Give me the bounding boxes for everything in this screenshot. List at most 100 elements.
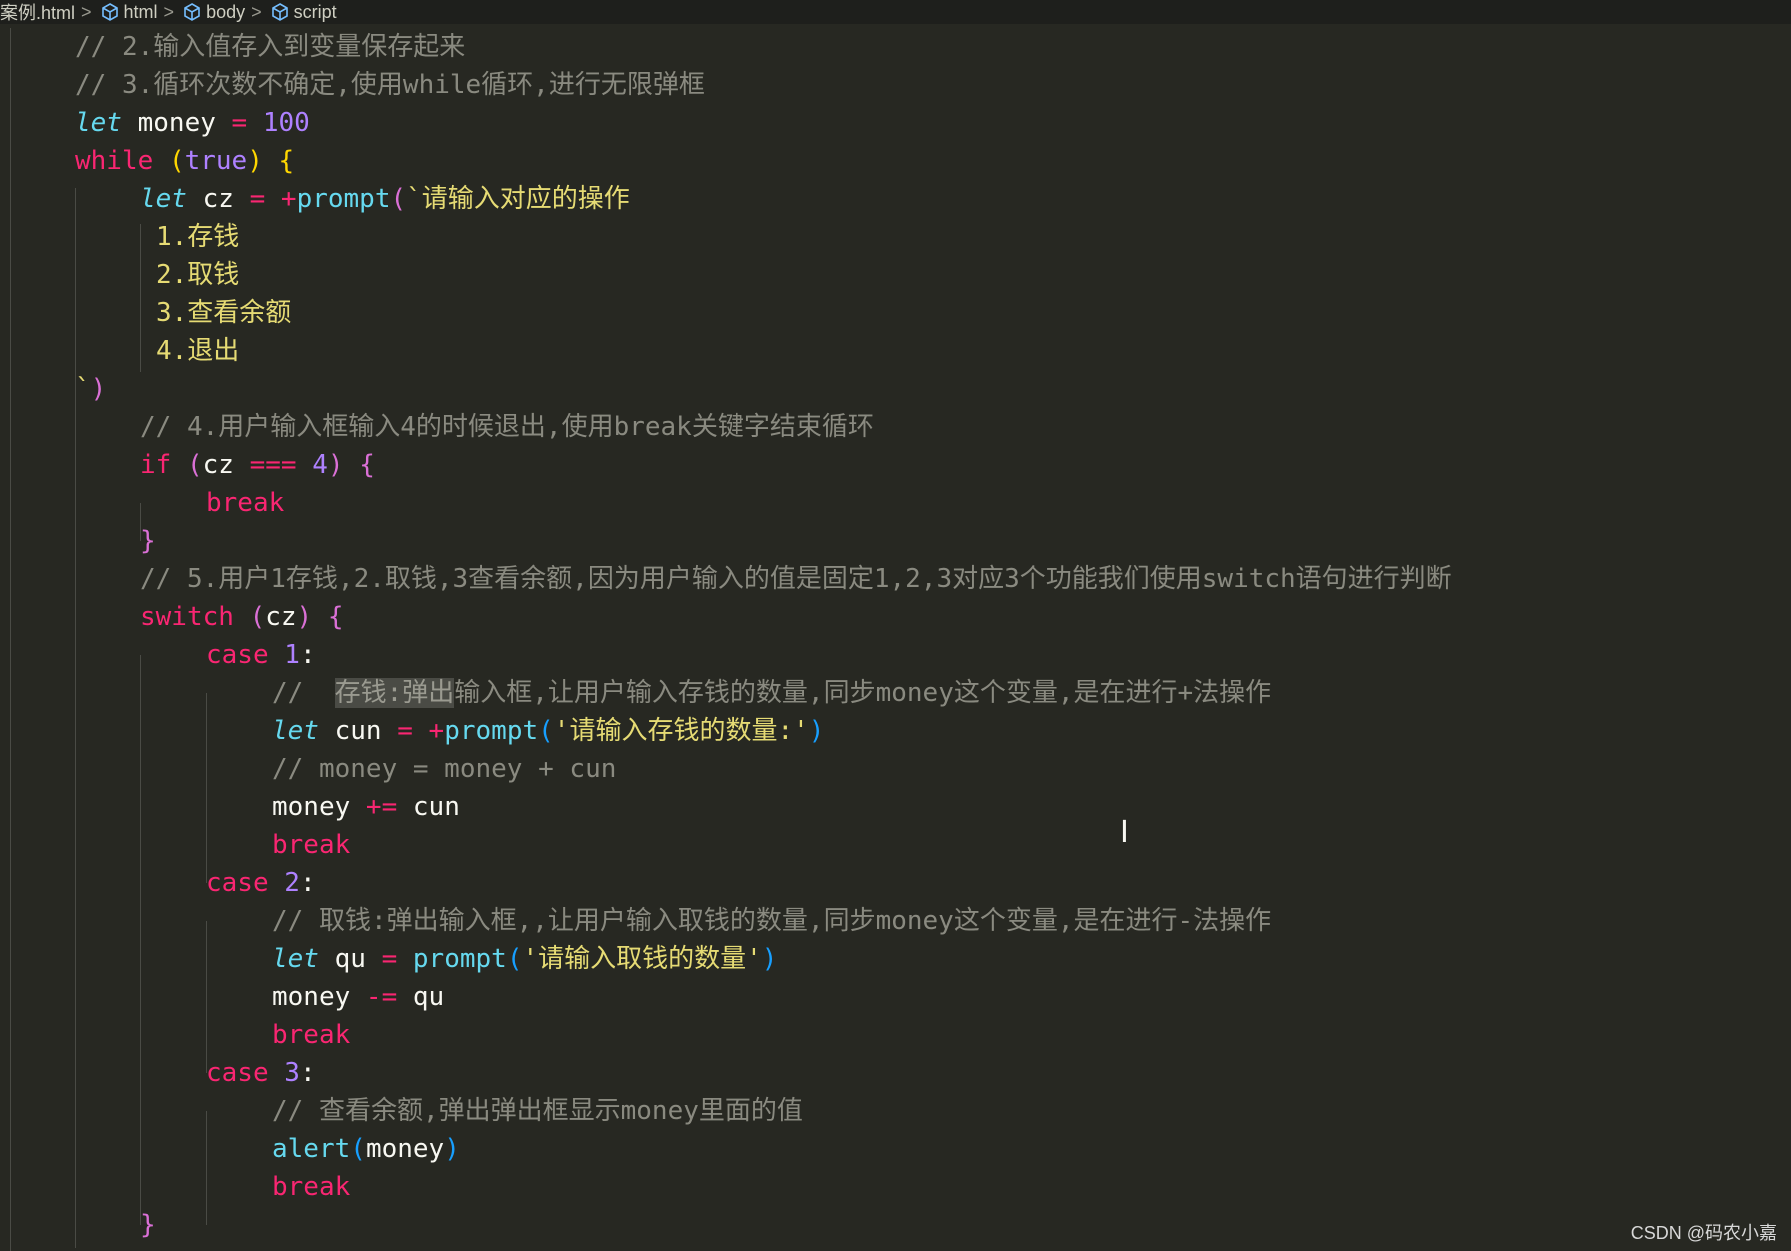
- code-line-18[interactable]: // 存钱:弹出输入框,让用户输入存钱的数量,同步money这个变量,是在进行+…: [272, 674, 1271, 712]
- code-editor[interactable]: // 2.输入值存入到变量保存起来 // 3.循环次数不确定,使用while循环…: [0, 28, 1791, 1251]
- code-line-8[interactable]: 3.查看余额: [156, 294, 291, 332]
- code-line-10[interactable]: `): [75, 370, 106, 408]
- operator: =: [249, 184, 266, 214]
- code-line-2[interactable]: // 3.循环次数不确定,使用while循环,进行无限弹框: [75, 66, 705, 104]
- indent-guide: [206, 921, 207, 1073]
- code-line-24[interactable]: // 取钱:弹出输入框,,让用户输入取钱的数量,同步money这个变量,是在进行…: [272, 902, 1271, 940]
- text-cursor-icon: I: [1120, 815, 1129, 850]
- comment: 输入框,让用户输入存钱的数量,同步money这个变量,是在进行+法操作: [454, 678, 1272, 708]
- keyword-break: break: [272, 1172, 351, 1202]
- keyword-if: if: [140, 450, 172, 480]
- paren: ): [808, 716, 825, 746]
- number-literal: 4: [296, 450, 328, 480]
- operator: =: [397, 716, 413, 746]
- paren: ): [444, 1134, 460, 1164]
- code-line-3[interactable]: let money = 100: [75, 104, 310, 142]
- function-name: alert: [272, 1134, 351, 1164]
- string-literal: 1.存钱: [156, 222, 240, 252]
- breadcrumb-item-label: script: [293, 1, 337, 22]
- code-line-26[interactable]: money -= qu: [272, 978, 444, 1016]
- comment: // 取钱:弹出输入框,,让用户输入取钱的数量,同步money这个变量,是在进行…: [272, 906, 1272, 936]
- keyword-case: case: [206, 868, 269, 898]
- code-line-28[interactable]: case 3:: [206, 1054, 316, 1092]
- code-line-31[interactable]: break: [272, 1168, 350, 1206]
- paren: (: [390, 184, 407, 214]
- code-line-14[interactable]: }: [140, 522, 156, 560]
- identifier: cz: [202, 450, 250, 480]
- paren: ): [761, 944, 778, 974]
- breadcrumb-item-script[interactable]: script: [264, 2, 337, 23]
- indent-guide: [75, 188, 76, 1248]
- string-literal: `请输入对应的操作: [406, 184, 630, 214]
- string-literal: 2.取钱: [156, 260, 240, 290]
- code-line-9[interactable]: 4.退出: [156, 332, 239, 370]
- code-line-17[interactable]: case 1:: [206, 636, 316, 674]
- code-line-15[interactable]: // 5.用户1存钱,2.取钱,3查看余额,因为用户输入的值是固定1,2,3对应…: [140, 560, 1452, 598]
- breadcrumb-item-html[interactable]: html: [94, 2, 158, 23]
- keyword-break: break: [272, 1020, 351, 1050]
- comment: // 2.输入值存入到变量保存起来: [75, 32, 466, 62]
- code-line-25[interactable]: let qu = prompt('请输入取钱的数量'): [272, 940, 777, 978]
- watermark: CSDN @码农小嘉: [1630, 1223, 1777, 1243]
- comment: // 4.用户输入框输入4的时候退出,使用break关键字结束循环: [140, 412, 874, 442]
- chevron-right-icon: >: [163, 1, 175, 22]
- code-line-13[interactable]: break: [206, 484, 284, 522]
- code-line-6[interactable]: 1.存钱: [156, 218, 239, 256]
- colon: :: [299, 1058, 316, 1088]
- code-line-7[interactable]: 2.取钱: [156, 256, 239, 294]
- cube-icon: [184, 3, 200, 21]
- code-line-5[interactable]: let cz = +prompt(`请输入对应的操作: [140, 180, 630, 218]
- string-literal: '请输入取钱的数量': [522, 944, 762, 974]
- code-line-12[interactable]: if (cz === 4) {: [140, 446, 375, 484]
- number-literal: 1: [268, 640, 300, 670]
- cube-icon: [101, 3, 118, 21]
- operator: =: [231, 108, 248, 138]
- keyword-let: let: [140, 184, 187, 214]
- code-line-23[interactable]: case 2:: [206, 864, 316, 902]
- breadcrumb-file-label: 案例.html: [0, 3, 76, 23]
- code-line-20[interactable]: // money = money + cun: [272, 750, 616, 788]
- paren: ): [90, 374, 107, 404]
- boolean-literal: true: [184, 146, 248, 176]
- code-line-27[interactable]: break: [272, 1016, 350, 1054]
- code-line-21[interactable]: money += cun: [272, 788, 460, 826]
- indent-guide: [140, 655, 141, 1225]
- code-line-19[interactable]: let cun = +prompt('请输入存钱的数量:'): [272, 712, 824, 750]
- paren: (: [168, 146, 185, 176]
- code-line-30[interactable]: alert(money): [272, 1130, 460, 1168]
- keyword-let: let: [272, 716, 319, 746]
- code-line-32[interactable]: }: [140, 1206, 156, 1244]
- comment: // 查看余额,弹出弹出框显示money里面的值: [272, 1096, 803, 1126]
- code-line-4[interactable]: while (true) {: [75, 142, 294, 180]
- keyword-break: break: [206, 488, 285, 518]
- breadcrumb-file[interactable]: 案例.html: [0, 0, 75, 24]
- paren: ): [247, 146, 263, 176]
- paren: (: [538, 716, 554, 746]
- code-line-22[interactable]: break: [272, 826, 350, 864]
- identifier: cun: [318, 716, 398, 746]
- string-literal: 4.退出: [156, 336, 240, 366]
- string-literal: 3.查看余额: [156, 298, 292, 328]
- comment: // 5.用户1存钱,2.取钱,3查看余额,因为用户输入的值是固定1,2,3对应…: [140, 564, 1452, 594]
- comment: // money = money + cun: [272, 754, 617, 784]
- breadcrumb-item-label: body: [206, 1, 246, 22]
- code-line-11[interactable]: // 4.用户输入框输入4的时候退出,使用break关键字结束循环: [140, 408, 874, 446]
- code-line-16[interactable]: switch (cz) {: [140, 598, 344, 636]
- operator: -=: [365, 982, 398, 1012]
- function-name: prompt: [412, 944, 507, 974]
- code-line-1[interactable]: // 2.输入值存入到变量保存起来: [75, 28, 465, 66]
- number-literal: 3: [268, 1058, 300, 1088]
- paren: (: [350, 1134, 366, 1164]
- code-line-29[interactable]: // 查看余额,弹出弹出框显示money里面的值: [272, 1092, 803, 1130]
- identifier: money: [365, 1134, 445, 1164]
- keyword-case: case: [206, 1058, 269, 1088]
- selection-highlight: 存钱:弹出: [334, 678, 455, 708]
- function-name: prompt: [444, 716, 539, 746]
- number-literal: 100: [247, 108, 310, 138]
- brace: {: [327, 602, 344, 632]
- breadcrumb-item-body[interactable]: body: [176, 2, 245, 23]
- indent-guide: [206, 1111, 207, 1225]
- number-literal: 2: [268, 868, 300, 898]
